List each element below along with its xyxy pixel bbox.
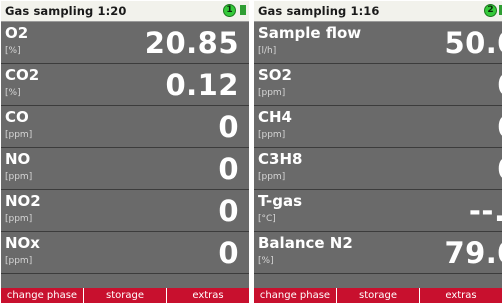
measurement-name: SO2	[258, 66, 292, 84]
measurement-value: 0	[218, 110, 239, 144]
measurement-value: --.-	[468, 194, 502, 228]
measurement-unit: [ppm]	[258, 88, 286, 98]
measurement-unit: [ppm]	[258, 172, 286, 182]
measurement-row-co2[interactable]: CO2 [%] 0.12	[1, 64, 249, 106]
left-analyzer-screen: Gas sampling 1:20 1 O2 [%] 20.85 CO2 [%]…	[1, 1, 249, 303]
measurement-row-ch4[interactable]: CH4 [ppm] 0	[254, 106, 502, 148]
measurement-row-no[interactable]: NO [ppm] 0	[1, 148, 249, 190]
status-flag-icon	[240, 5, 246, 15]
channel-badge-icon: 1	[223, 4, 236, 17]
measurement-name: Sample flow	[258, 24, 362, 42]
title-bar: Gas sampling 1:20 1	[1, 1, 249, 22]
measurement-name: CO2	[5, 66, 40, 84]
measurement-value: 0	[218, 236, 239, 270]
screen-title: Gas sampling 1:16	[258, 4, 380, 18]
extras-button[interactable]: extras	[167, 288, 249, 303]
measurement-name: CH4	[258, 108, 292, 126]
measurement-name: NO	[5, 150, 31, 168]
measurement-value: 0	[497, 68, 502, 102]
softkey-bar: change phase storage extras	[254, 288, 502, 303]
measurement-row-so2[interactable]: SO2 [ppm] 0	[254, 64, 502, 106]
measurement-unit: [°C]	[258, 214, 276, 224]
measurement-row-c3h8[interactable]: C3H8 [ppm] 0	[254, 148, 502, 190]
measurement-name: Balance N2	[258, 234, 353, 252]
extras-button[interactable]: extras	[420, 288, 502, 303]
measurement-row-balance-n2[interactable]: Balance N2 [%] 79.0	[254, 232, 502, 274]
channel-badge-icon: 2	[484, 4, 497, 17]
measurement-name: C3H8	[258, 150, 303, 168]
measurement-value: 20.85	[144, 26, 239, 60]
measurement-unit: [ppm]	[5, 130, 33, 140]
measurement-value: 50.0	[444, 26, 502, 60]
measurement-name: T-gas	[258, 192, 303, 210]
change-phase-button[interactable]: change phase	[254, 288, 337, 303]
measurement-unit: [%]	[258, 256, 274, 266]
measurement-row-co[interactable]: CO [ppm] 0	[1, 106, 249, 148]
measurement-value: 0	[218, 194, 239, 228]
measurement-unit: [ppm]	[258, 130, 286, 140]
measurement-row-no2[interactable]: NO2 [ppm] 0	[1, 190, 249, 232]
storage-button[interactable]: storage	[337, 288, 420, 303]
measurement-name: CO	[5, 108, 29, 126]
measurement-row-o2[interactable]: O2 [%] 20.85	[1, 22, 249, 64]
measurement-value: 79.0	[444, 236, 502, 270]
measurement-unit: [ppm]	[5, 172, 33, 182]
measurement-unit: [l/h]	[258, 46, 277, 56]
status-flag-icon	[499, 5, 502, 15]
measurement-unit: [%]	[5, 88, 21, 98]
measurement-unit: [ppm]	[5, 256, 33, 266]
screen-title: Gas sampling 1:20	[5, 4, 127, 18]
measurement-row-nox[interactable]: NOx [ppm] 0	[1, 232, 249, 274]
measurement-unit: [%]	[5, 46, 21, 56]
measurement-name: NO2	[5, 192, 41, 210]
measurement-value: 0	[218, 152, 239, 186]
measurement-value: 0.12	[165, 68, 239, 102]
measurement-name: O2	[5, 24, 29, 42]
storage-button[interactable]: storage	[84, 288, 167, 303]
measurement-value: 0	[497, 110, 502, 144]
measurement-row-t-gas[interactable]: T-gas [°C] --.-	[254, 190, 502, 232]
right-analyzer-screen: Gas sampling 1:16 2 Sample flow [l/h] 50…	[254, 1, 502, 303]
measurement-name: NOx	[5, 234, 40, 252]
measurement-row-sample-flow[interactable]: Sample flow [l/h] 50.0	[254, 22, 502, 64]
measurement-list: O2 [%] 20.85 CO2 [%] 0.12 CO [ppm] 0 NO …	[1, 22, 249, 274]
softkey-bar: change phase storage extras	[1, 288, 249, 303]
measurement-list: Sample flow [l/h] 50.0 SO2 [ppm] 0 CH4 […	[254, 22, 502, 274]
change-phase-button[interactable]: change phase	[1, 288, 84, 303]
title-bar: Gas sampling 1:16 2	[254, 1, 502, 22]
measurement-unit: [ppm]	[5, 214, 33, 224]
measurement-value: 0	[497, 152, 502, 186]
